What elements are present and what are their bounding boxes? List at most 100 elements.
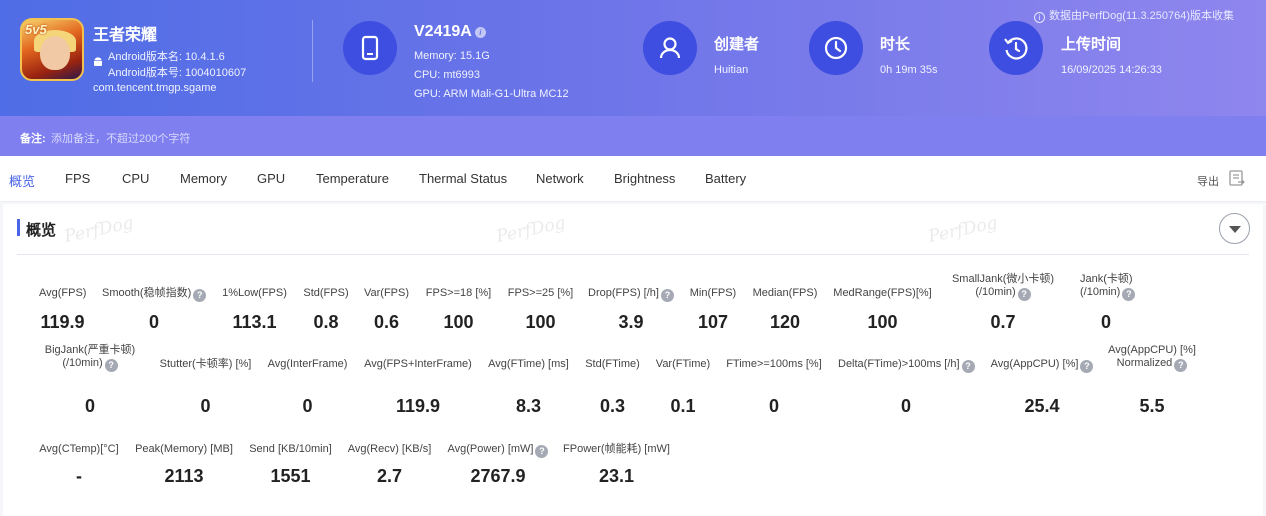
metric-item: Avg(Recv) [KB/s] 2.7 [347,443,432,494]
tab-overview[interactable]: 概览 [9,171,35,190]
metric-item: Avg(FTime) [ms] 8.3 [487,358,570,424]
metric-label: Var(FTime) [655,358,711,370]
metric-item: Min(FPS) 107 [689,287,737,340]
metric-item: Avg(AppCPU) [%]? 25.4 [990,358,1094,424]
metric-value: 0 [768,396,779,416]
metric-label: Std(FPS) [303,287,349,299]
metric-label: SmallJank(微小卡顿) [951,273,1055,285]
tab-network[interactable]: Network [536,171,584,186]
metric-label: Avg(CTemp)[°C] [39,443,119,455]
metric-label: Min(FPS) [689,287,737,299]
metric-item: Avg(CTemp)[°C] - [39,443,119,494]
metric-value: 0.6 [373,312,400,332]
metric-value: 120 [769,312,801,332]
metric-label: Drop(FPS) [/h]? [588,287,674,302]
help-icon[interactable]: ? [1174,359,1188,372]
metric-value: 100 [443,312,474,332]
help-icon[interactable]: ? [660,289,674,302]
duration-title: 时长 [880,36,911,53]
metric-value: 0 [148,312,159,332]
metric-value: 2.7 [376,466,403,486]
metric-value: 2767.9 [470,466,526,486]
tab-temperature[interactable]: Temperature [316,171,389,186]
section-title: 概览 [26,222,57,239]
device-cpu: CPU: mt6993 [414,69,481,81]
metric-value: 0 [900,396,911,416]
metric-item: Smooth(稳帧指数)? 0 [102,287,207,340]
device-info-icon[interactable]: i [474,27,486,38]
note-input[interactable]: 添加备注，不超过200个字符 [51,130,190,146]
tab-fps[interactable]: FPS [65,171,90,186]
metric-value: 23.1 [598,466,635,486]
metric-label: Avg(Power) [mW]? [447,443,549,458]
metric-item: SmallJank(微小卡顿) (/10min)? 0.7 [947,273,1059,332]
metric-label-line2: Normalized? [1108,357,1196,372]
metric-value: 0.1 [670,396,696,416]
metric-item: FPS>=18 [%] 100 [425,287,492,340]
tab-cpu[interactable]: CPU [122,171,149,186]
metric-value: 5.5 [1139,396,1165,416]
collapse-toggle-button[interactable] [1219,213,1250,244]
export-button[interactable]: 导出 [1197,173,1219,189]
metric-value: 2113 [164,466,204,486]
metric-item: Peak(Memory) [MB] 2113 [134,443,234,494]
creator-value: Huitian [714,64,749,76]
help-icon[interactable]: ? [193,289,207,302]
metric-value: 0.3 [599,396,626,416]
metric-label: MedRange(FPS)[%] [833,287,932,299]
metric-item: Std(FTime) 0.3 [585,358,640,424]
android-version-code: Android版本号: 1004010607 [108,67,247,79]
metric-item: Avg(AppCPU) [%] Normalized? 5.5 [1108,344,1196,416]
metric-item: Std(FPS) 0.8 [303,287,349,340]
creator-title: 创建者 [714,36,760,53]
metric-item: Avg(FPS) 119.9 [39,287,86,340]
tab-battery[interactable]: Battery [705,171,746,186]
metric-item: Var(FPS) 0.6 [364,287,409,340]
metric-label: 1%Low(FPS) [222,287,287,299]
export-icon[interactable] [1228,169,1246,187]
metric-label: Avg(AppCPU) [%] [1108,344,1196,356]
data-source-text: 数据由PerfDog(11.3.250764)版本收集 [1048,10,1234,22]
android-version-name: Android版本名: 10.4.1.6 [108,51,225,63]
metric-label: Avg(FPS) [39,287,87,299]
metric-value: 25.4 [1024,396,1060,416]
help-icon[interactable]: ? [1080,360,1094,373]
phone-icon [343,21,397,75]
metric-value: - [76,466,82,486]
device-gpu: GPU: ARM Mali-G1-Ultra MC12 [414,88,569,100]
metric-value: 113.1 [232,312,277,332]
metric-item: FPS>=25 [%] 100 [507,287,574,340]
metric-label-line2: (/10min)? [39,357,141,372]
section-accent-bar [17,219,20,236]
clock-icon [809,21,863,75]
section-divider [17,254,1249,255]
metric-value: 0 [200,396,211,416]
metric-value: 0.8 [313,312,339,332]
help-icon[interactable]: ? [104,359,118,372]
help-icon[interactable]: ? [961,360,975,373]
app-icon: 5v5 [20,18,84,81]
metric-label: Smooth(稳帧指数)? [102,287,207,302]
device-memory: Memory: 15.1G [414,50,490,62]
help-icon[interactable]: ? [1017,288,1031,301]
tab-bar: 概览 FPS CPU Memory GPU Temperature Therma… [0,156,1266,202]
tab-thermal-status[interactable]: Thermal Status [419,171,507,186]
report-header: i 数据由PerfDog(11.3.250764)版本收集 5v5 王者荣耀 An… [0,0,1266,116]
metric-item: FPower(帧能耗) [mW] 23.1 [563,443,670,494]
metric-item: FTime>=100ms [%] 0 [725,358,823,424]
tab-gpu[interactable]: GPU [257,171,285,186]
metric-value: 107 [697,312,729,332]
metric-label: BigJank(严重卡顿) [44,344,136,356]
android-icon [94,57,102,66]
help-icon[interactable]: ? [535,445,549,458]
metric-label: Avg(AppCPU) [%]? [990,358,1094,373]
tab-memory[interactable]: Memory [180,171,227,186]
metric-item: MedRange(FPS)[%] 100 [833,287,932,340]
metric-label: FPower(帧能耗) [mW] [563,443,670,455]
tab-brightness[interactable]: Brightness [614,171,675,186]
metric-label: Avg(InterFrame) [267,358,348,370]
upload-time-value: 16/09/2025 14:26:33 [1061,64,1162,76]
metric-label: Avg(Recv) [KB/s] [347,443,432,455]
metric-item: BigJank(严重卡顿) (/10min)? 0 [39,344,141,416]
metric-label: Jank(卡顿) [1080,273,1133,285]
